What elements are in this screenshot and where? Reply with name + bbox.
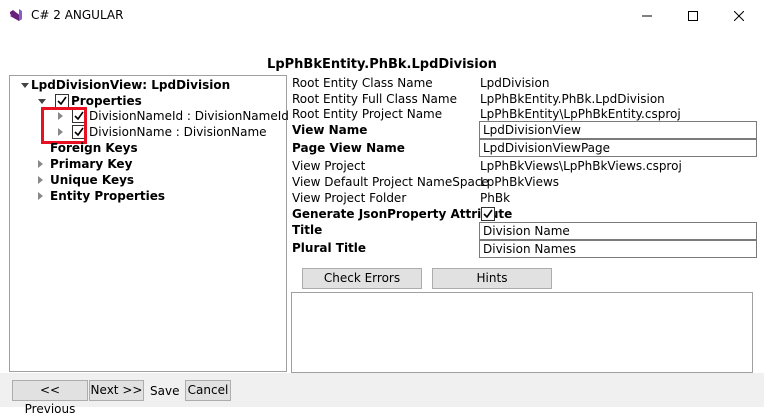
tree-property-item[interactable]: DivisionName : DivisionName [89, 124, 267, 140]
highlight-annotation [41, 107, 87, 144]
visual-studio-icon [10, 9, 22, 21]
view-name-input[interactable]: LpdDivisionView [479, 121, 757, 139]
view-project-value: LpPhBkViews\LpPhBkViews.csproj [480, 159, 682, 173]
root-class-label: Root Entity Class Name [292, 76, 433, 90]
title-input[interactable]: Division Name [479, 222, 757, 240]
page-view-label: Page View Name [292, 141, 405, 155]
title-bar: C# 2 ANGULAR [0, 0, 764, 31]
close-button[interactable] [716, 0, 762, 31]
folder-label: View Project Folder [292, 191, 407, 205]
errors-output[interactable] [291, 292, 753, 373]
root-project-value: LpPhBkEntity\LpPhBkEntity.csproj [480, 107, 681, 121]
namespace-value: LpPhBkViews [480, 175, 560, 189]
close-icon [734, 10, 744, 21]
maximize-icon [688, 10, 698, 21]
view-name-label: View Name [292, 123, 368, 137]
json-attr-checkbox[interactable] [481, 207, 495, 221]
root-full-label: Root Entity Full Class Name [292, 92, 457, 106]
expand-arrow-icon[interactable] [38, 99, 46, 104]
collapsed-arrow-icon[interactable] [38, 176, 43, 184]
hints-button[interactable]: Hints [432, 268, 552, 289]
checkmark-icon [483, 209, 493, 219]
root-class-value: LpdDivision [480, 76, 550, 90]
checkmark-icon [57, 96, 67, 106]
json-attr-label: Generate JsonProperty Attribute [292, 207, 513, 221]
properties-checkbox[interactable] [55, 94, 69, 108]
check-errors-button[interactable]: Check Errors [302, 268, 422, 289]
plural-title-input[interactable]: Division Names [479, 240, 757, 258]
view-project-label: View Project [292, 159, 366, 173]
maximize-button[interactable] [670, 0, 716, 31]
folder-value: PhBk [480, 191, 511, 205]
namespace-label: View Default Project NameSpace [292, 175, 489, 189]
save-label: Save [150, 384, 180, 398]
tree-foreign-keys[interactable]: Foreign Keys [50, 140, 138, 156]
cancel-button[interactable]: Cancel [185, 380, 231, 401]
tree-primary-key[interactable]: Primary Key [50, 156, 132, 172]
tree-unique-keys[interactable]: Unique Keys [50, 172, 134, 188]
plural-title-label: Plural Title [292, 241, 367, 255]
tree-property-item[interactable]: DivisionNameId : DivisionNameId [89, 108, 289, 124]
collapsed-arrow-icon[interactable] [38, 192, 43, 200]
minimize-button[interactable] [624, 0, 670, 31]
window-title: C# 2 ANGULAR [31, 8, 124, 22]
root-project-label: Root Entity Project Name [292, 107, 443, 121]
collapsed-arrow-icon[interactable] [38, 160, 43, 168]
page-title: LpPhBkEntity.PhBk.LpdDivision [267, 57, 497, 72]
root-full-value: LpPhBkEntity.PhBk.LpdDivision [480, 92, 665, 106]
title-label: Title [292, 223, 323, 237]
minimize-icon [642, 15, 652, 16]
tree-root[interactable]: LpdDivisionView: LpdDivision [31, 77, 230, 93]
previous-button[interactable]: << Previous [12, 380, 88, 416]
page-view-input[interactable]: LpdDivisionViewPage [479, 139, 757, 157]
expand-arrow-icon[interactable] [21, 83, 29, 88]
tree-entity-properties[interactable]: Entity Properties [50, 188, 165, 204]
next-button[interactable]: Next >> [89, 380, 144, 401]
